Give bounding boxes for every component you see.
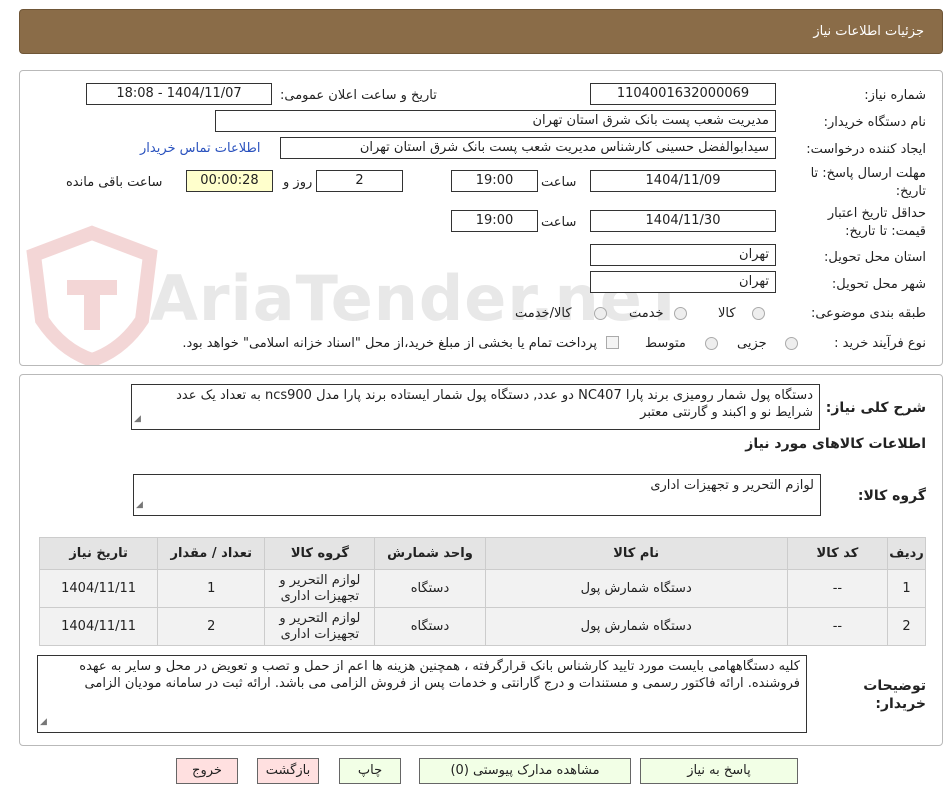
table-cell: لوازم التحریر و تجهیزات اداری: [264, 569, 376, 608]
buyer-contact-link[interactable]: اطلاعات تماس خریدار: [140, 141, 260, 156]
category-service-label: خدمت: [629, 306, 664, 321]
description-text: دستگاه پول شمار رومیزی برند پارا NC407 د…: [176, 388, 813, 420]
items-table: ردیف کد کالا نام کالا واحد شمارش گروه کا…: [38, 537, 927, 646]
table-cell: --: [786, 607, 888, 646]
category-service-radio[interactable]: [674, 307, 687, 320]
process-medium-radio[interactable]: [705, 337, 718, 350]
process-medium-label: متوسط: [645, 336, 686, 351]
column-header: گروه کالا: [264, 537, 376, 570]
validity-time-field: 19:00: [451, 210, 538, 232]
table-cell: دستگاه شمارش پول: [484, 569, 788, 608]
category-label: طبقه بندی موضوعی:: [810, 306, 926, 321]
table-cell: 1404/11/11: [38, 607, 159, 646]
days-label: روز و: [283, 175, 313, 190]
buyer-notes-field: کلیه دستگاههامی بایست مورد تایید کارشناس…: [37, 655, 807, 733]
process-minor-label: جزیی: [737, 336, 767, 351]
column-header: کد کالا: [786, 537, 888, 570]
treasury-note: پرداخت تمام یا بخشی از مبلغ خرید،از محل …: [182, 336, 597, 351]
table-cell: 2: [886, 607, 927, 646]
province-label: استان محل تحویل:: [824, 250, 926, 265]
category-goods-service-label: کالا/خدمت: [515, 306, 572, 321]
process-minor-radio[interactable]: [785, 337, 798, 350]
table-cell: دستگاه شمارش پول: [484, 607, 788, 646]
goods-group-text: لوازم التحریر و تجهیزات اداری: [650, 478, 814, 493]
column-header: واحد شمارش: [374, 537, 486, 570]
table-cell: --: [786, 569, 888, 608]
goods-group-field: لوازم التحریر و تجهیزات اداری ◢: [133, 474, 821, 516]
deadline-date-field: 1404/11/09: [590, 170, 776, 192]
print-button[interactable]: چاپ: [339, 758, 401, 784]
column-header: تاریخ نیاز: [38, 537, 159, 570]
table-cell: لوازم التحریر و تجهیزات اداری: [264, 607, 376, 646]
table-cell: 1: [886, 569, 927, 608]
validity-label-date: قیمت: تا تاریخ:: [845, 224, 926, 239]
goods-section-title: اطلاعات کالاهای مورد نیاز: [745, 436, 926, 452]
deadline-time-field: 19:00: [451, 170, 538, 192]
table-cell: 1: [157, 569, 266, 608]
creator-field: سیدابوالفضل حسینی کارشناس مدیریت شعب پست…: [280, 137, 776, 159]
validity-time-label: ساعت: [541, 215, 577, 230]
category-goods-service-radio[interactable]: [594, 307, 607, 320]
city-label: شهر محل تحویل:: [831, 277, 926, 292]
need-number-field: 1104001632000069: [590, 83, 776, 105]
column-header: نام کالا: [484, 537, 788, 570]
table-cell: 1404/11/11: [38, 569, 159, 608]
deadline-label-date: تاریخ:: [895, 184, 926, 199]
column-header: تعداد / مقدار: [157, 537, 266, 570]
deadline-time-label: ساعت: [541, 175, 577, 190]
city-field: تهران: [590, 271, 776, 293]
province-field: تهران: [590, 244, 776, 266]
creator-label: ایجاد کننده درخواست:: [806, 142, 926, 157]
need-number-label: شماره نیاز:: [864, 88, 926, 103]
treasury-checkbox[interactable]: [606, 336, 619, 349]
process-label: نوع فرآیند خرید :: [834, 336, 926, 351]
time-remaining-field: 00:00:28: [186, 170, 273, 192]
announce-date-field: 1404/11/07 - 18:08: [86, 83, 272, 105]
time-remaining-label: ساعت باقی مانده: [66, 175, 163, 190]
resize-handle-icon[interactable]: ◢: [40, 714, 47, 731]
buyer-notes-label-2: خریدار:: [875, 696, 926, 712]
resize-handle-icon[interactable]: ◢: [136, 497, 143, 514]
description-field: دستگاه پول شمار رومیزی برند پارا NC407 د…: [131, 384, 820, 430]
reply-button[interactable]: پاسخ به نیاز: [640, 758, 798, 784]
days-remaining-field: 2: [316, 170, 403, 192]
buyer-notes-label: توضیحات: [863, 678, 926, 694]
category-goods-label: کالا: [718, 306, 736, 321]
table-row: 2 -- دستگاه شمارش پول دستگاه لوازم التحر…: [38, 607, 927, 646]
table-row: 1 -- دستگاه شمارش پول دستگاه لوازم التحر…: [38, 569, 927, 608]
table-cell: دستگاه: [374, 569, 486, 608]
back-button[interactable]: بازگشت: [257, 758, 319, 784]
table-cell: 2: [157, 607, 266, 646]
announce-date-label: تاریخ و ساعت اعلان عمومی:: [280, 88, 437, 103]
table-header-row: ردیف کد کالا نام کالا واحد شمارش گروه کا…: [38, 537, 927, 570]
buyer-name-field: مدیریت شعب پست بانک شرق استان تهران: [215, 110, 776, 132]
buyer-notes-text: کلیه دستگاههامی بایست مورد تایید کارشناس…: [79, 659, 800, 691]
validity-label: حداقل تاریخ اعتبار: [827, 206, 926, 221]
table-cell: دستگاه: [374, 607, 486, 646]
view-attachments-button[interactable]: مشاهده مدارک پیوستی (0): [419, 758, 631, 784]
exit-button[interactable]: خروج: [176, 758, 238, 784]
buyer-name-label: نام دستگاه خریدار:: [823, 115, 926, 130]
deadline-label: مهلت ارسال پاسخ: تا: [810, 166, 926, 181]
resize-handle-icon[interactable]: ◢: [134, 411, 141, 428]
validity-date-field: 1404/11/30: [590, 210, 776, 232]
goods-group-label: گروه کالا:: [857, 488, 926, 504]
page-title: جزئیات اطلاعات نیاز: [813, 24, 924, 39]
column-header: ردیف: [886, 537, 927, 570]
description-label: شرح کلی نیاز:: [825, 400, 926, 416]
category-goods-radio[interactable]: [752, 307, 765, 320]
page-header: جزئیات اطلاعات نیاز: [19, 9, 943, 54]
